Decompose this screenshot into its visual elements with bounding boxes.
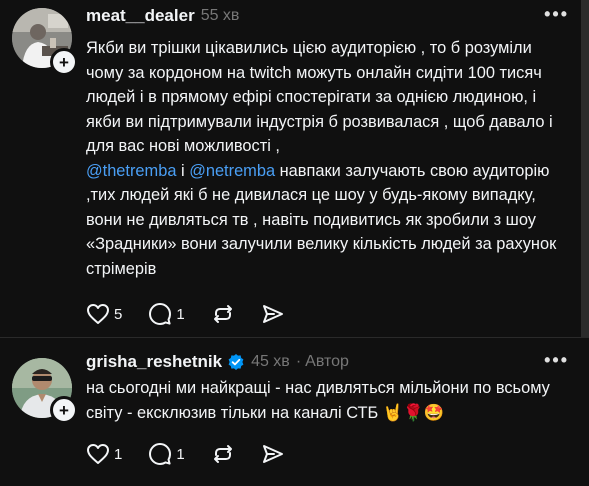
- separator-dot: ·: [295, 353, 302, 370]
- post-grisha-reshetnik: + grisha_reshetnik 45 хв · Автор ••• на …: [0, 338, 589, 486]
- post-meat-dealer: + meat__dealer 55 хв ••• Якби ви трішки …: [0, 0, 589, 338]
- repost-icon: [213, 305, 232, 323]
- post-text-part: Якби ви трішки цікавились цією аудиторіє…: [86, 39, 553, 155]
- post-text-part: і: [176, 161, 190, 180]
- follow-plus-icon[interactable]: +: [50, 396, 78, 424]
- verified-badge-icon: [227, 353, 245, 371]
- mention-link[interactable]: @thetremba: [86, 162, 176, 180]
- reply-count: 1: [176, 305, 185, 323]
- follow-plus-icon[interactable]: +: [50, 48, 78, 76]
- reply-count: 1: [176, 445, 185, 463]
- reply-button[interactable]: 1: [148, 442, 185, 466]
- post-text: Якби ви трішки цікавились цією аудиторіє…: [86, 36, 570, 281]
- like-button[interactable]: 5: [86, 303, 122, 325]
- username[interactable]: meat__dealer: [86, 6, 195, 26]
- thread-rail: [581, 0, 589, 338]
- comment-icon: [149, 443, 172, 465]
- like-count: 5: [114, 305, 123, 323]
- repost-button[interactable]: [211, 442, 235, 466]
- username[interactable]: grisha_reshetnik: [86, 352, 222, 372]
- heart-icon: [87, 304, 109, 324]
- heart-icon: [87, 444, 109, 464]
- author-tag: Автор: [305, 353, 349, 370]
- repost-button[interactable]: [211, 302, 235, 326]
- timestamp: 55 хв: [200, 7, 240, 24]
- like-button[interactable]: 1: [86, 443, 122, 465]
- share-button[interactable]: [261, 302, 285, 326]
- post-header: grisha_reshetnik 45 хв · Автор: [86, 352, 349, 372]
- post-text: на сьогодні ми найкращі - нас дивляться …: [86, 379, 550, 422]
- action-bar: 5 1: [86, 302, 311, 326]
- timestamp: 45 хв: [251, 353, 290, 370]
- more-icon[interactable]: •••: [544, 350, 569, 371]
- send-icon: [262, 305, 283, 323]
- post-header: meat__dealer 55 хв: [86, 6, 239, 26]
- send-icon: [262, 445, 283, 463]
- mention-link[interactable]: @netremba: [189, 162, 275, 180]
- comment-icon: [149, 303, 172, 325]
- like-count: 1: [114, 445, 123, 463]
- reply-button[interactable]: 1: [148, 302, 185, 326]
- repost-icon: [213, 445, 232, 463]
- more-icon[interactable]: •••: [544, 4, 569, 25]
- action-bar: 1 1: [86, 442, 311, 466]
- share-button[interactable]: [261, 442, 285, 466]
